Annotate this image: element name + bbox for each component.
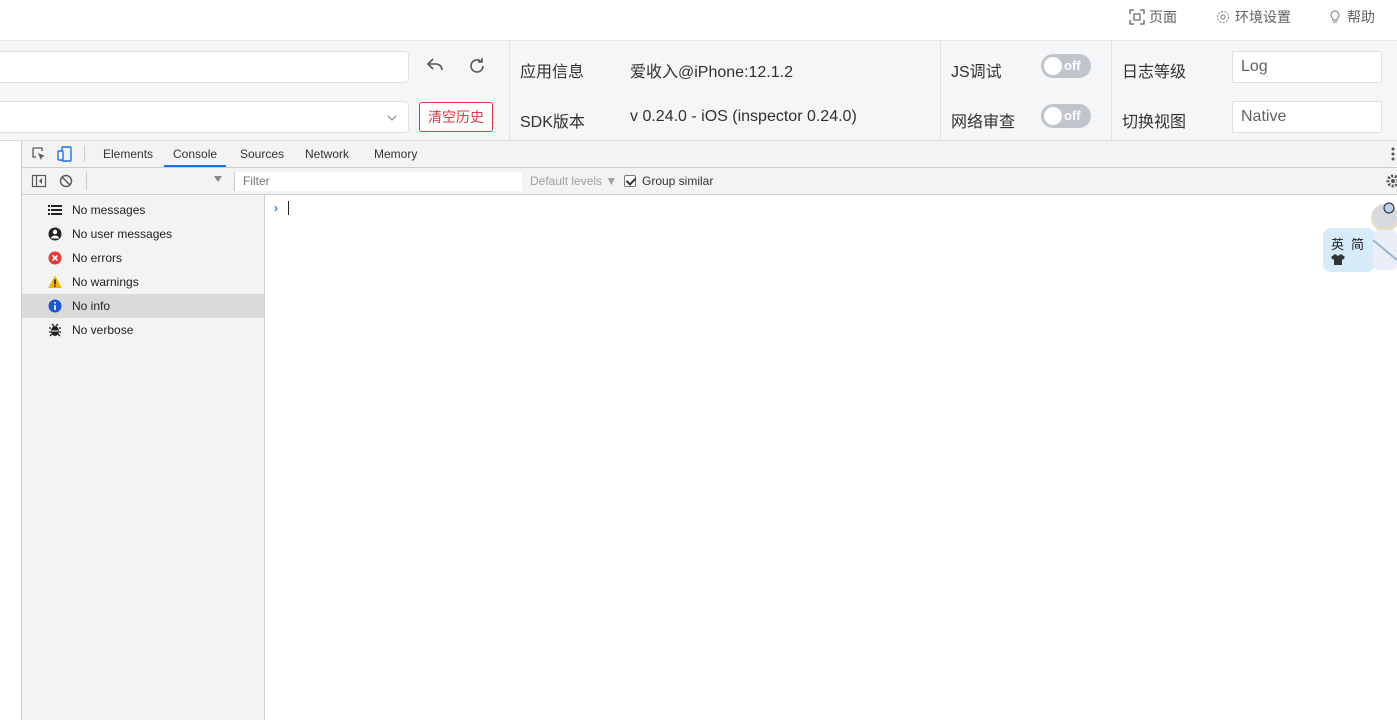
sidebar-item-label: No errors bbox=[72, 251, 123, 265]
settings-icon bbox=[1215, 9, 1231, 25]
log-level-label: 日志等级 bbox=[1122, 64, 1187, 81]
app-info-value: 爱收入@iPhone:12.1.2 bbox=[630, 64, 793, 81]
toolbar-divider bbox=[84, 146, 85, 162]
control-panel: 清空历史 应用信息 爱收入@iPhone:12.1.2 SDK版本 v 0.24… bbox=[0, 40, 1397, 141]
lang-en-label: 英 bbox=[1331, 237, 1345, 252]
back-button[interactable] bbox=[423, 55, 447, 79]
sidebar-item-label: No messages bbox=[72, 203, 146, 217]
sidebar-item-label: No user messages bbox=[72, 227, 173, 241]
group-similar-label[interactable]: Group similar bbox=[642, 174, 713, 188]
divider bbox=[940, 41, 941, 141]
refresh-button[interactable] bbox=[465, 56, 489, 80]
more-options-icon[interactable] bbox=[1391, 147, 1395, 161]
devtools-tabbar: Elements Console Sources Network Memory bbox=[22, 141, 1397, 168]
sidebar-item-verbose[interactable]: No verbose bbox=[22, 318, 264, 342]
toggle-knob bbox=[1044, 107, 1062, 125]
nav-page-label: 页面 bbox=[1149, 9, 1177, 25]
tab-memory[interactable]: Memory bbox=[365, 141, 426, 167]
bug-icon bbox=[48, 323, 62, 337]
sdk-version-label: SDK版本 bbox=[520, 114, 585, 131]
refresh-icon bbox=[467, 56, 487, 81]
dropdown-arrow-icon bbox=[214, 176, 222, 182]
sidebar-item-user-messages[interactable]: No user messages bbox=[22, 222, 264, 246]
history-select[interactable] bbox=[0, 101, 409, 133]
lightbulb-icon bbox=[1327, 9, 1343, 25]
nav-help-label: 帮助 bbox=[1347, 9, 1375, 25]
warning-icon bbox=[48, 275, 62, 289]
nav-page[interactable]: 页面 bbox=[1129, 8, 1177, 26]
sidebar-item-label: No warnings bbox=[72, 275, 139, 289]
switch-view-select[interactable]: Native bbox=[1232, 101, 1382, 133]
sidebar-item-warnings[interactable]: No warnings bbox=[22, 270, 264, 294]
context-select[interactable] bbox=[86, 172, 226, 190]
console-prompt: › bbox=[274, 201, 278, 215]
sidebar-item-messages[interactable]: No messages bbox=[22, 198, 264, 222]
filter-input[interactable]: Filter bbox=[234, 172, 522, 191]
log-level-select[interactable]: Log bbox=[1232, 51, 1382, 83]
chevron-down-icon bbox=[386, 111, 398, 123]
inspect-element-icon[interactable] bbox=[31, 146, 47, 162]
url-input[interactable] bbox=[0, 51, 409, 83]
clear-history-button[interactable]: 清空历史 bbox=[419, 102, 493, 132]
sidebar-item-info[interactable]: No info bbox=[22, 294, 264, 318]
nav-help[interactable]: 帮助 bbox=[1327, 8, 1375, 26]
clear-console-icon[interactable] bbox=[58, 173, 74, 189]
console-sidebar: No messages No user messages No errors N… bbox=[22, 195, 265, 720]
mascot-avatar bbox=[1363, 200, 1397, 279]
sdk-version-value: v 0.24.0 - iOS (inspector 0.24.0) bbox=[630, 108, 857, 125]
nav-settings-label: 环境设置 bbox=[1235, 9, 1291, 25]
js-debug-state: off bbox=[1064, 58, 1081, 73]
text-caret bbox=[288, 201, 289, 215]
tab-network[interactable]: Network bbox=[296, 141, 358, 167]
floating-translate-widget[interactable]: 英 简 bbox=[1323, 200, 1397, 274]
js-debug-label: JS调试 bbox=[951, 64, 1002, 81]
sidebar-item-errors[interactable]: No errors bbox=[22, 246, 264, 270]
js-debug-toggle[interactable]: off bbox=[1041, 54, 1091, 78]
gear-icon[interactable] bbox=[1385, 173, 1397, 189]
tab-console[interactable]: Console bbox=[164, 141, 227, 167]
toggle-knob bbox=[1044, 57, 1062, 75]
nav-settings[interactable]: 环境设置 bbox=[1215, 8, 1291, 26]
sidebar-item-label: No verbose bbox=[72, 323, 134, 337]
app-info-label: 应用信息 bbox=[520, 64, 585, 81]
list-icon bbox=[48, 203, 62, 217]
devtools-left-gutter bbox=[0, 141, 22, 720]
info-icon bbox=[48, 299, 62, 313]
tab-sources[interactable]: Sources bbox=[231, 141, 293, 167]
devtools-panel: Elements Console Sources Network Memory … bbox=[0, 141, 1397, 720]
divider bbox=[509, 41, 510, 141]
divider bbox=[1111, 41, 1112, 141]
shirt-icon bbox=[1331, 254, 1345, 269]
console-toolbar: Filter Default levels ▼ Group similar bbox=[22, 168, 1397, 195]
sidebar-item-label: No info bbox=[72, 299, 111, 313]
user-icon bbox=[48, 227, 62, 241]
network-inspect-state: off bbox=[1064, 108, 1081, 123]
error-icon bbox=[48, 251, 62, 265]
device-toolbar-icon[interactable] bbox=[57, 146, 73, 162]
switch-view-label: 切换视图 bbox=[1122, 114, 1187, 131]
undo-icon bbox=[425, 55, 445, 80]
network-inspect-label: 网络审查 bbox=[951, 114, 1016, 131]
network-inspect-toggle[interactable]: off bbox=[1041, 104, 1091, 128]
top-nav: 页面 环境设置 帮助 bbox=[0, 0, 1397, 40]
tab-elements[interactable]: Elements bbox=[94, 141, 162, 167]
console-output[interactable]: › bbox=[266, 195, 1397, 720]
log-levels-dropdown[interactable]: Default levels ▼ bbox=[530, 174, 617, 188]
scan-icon bbox=[1129, 9, 1145, 25]
group-similar-checkbox[interactable] bbox=[624, 175, 636, 187]
sidebar-toggle-icon[interactable] bbox=[31, 173, 47, 189]
